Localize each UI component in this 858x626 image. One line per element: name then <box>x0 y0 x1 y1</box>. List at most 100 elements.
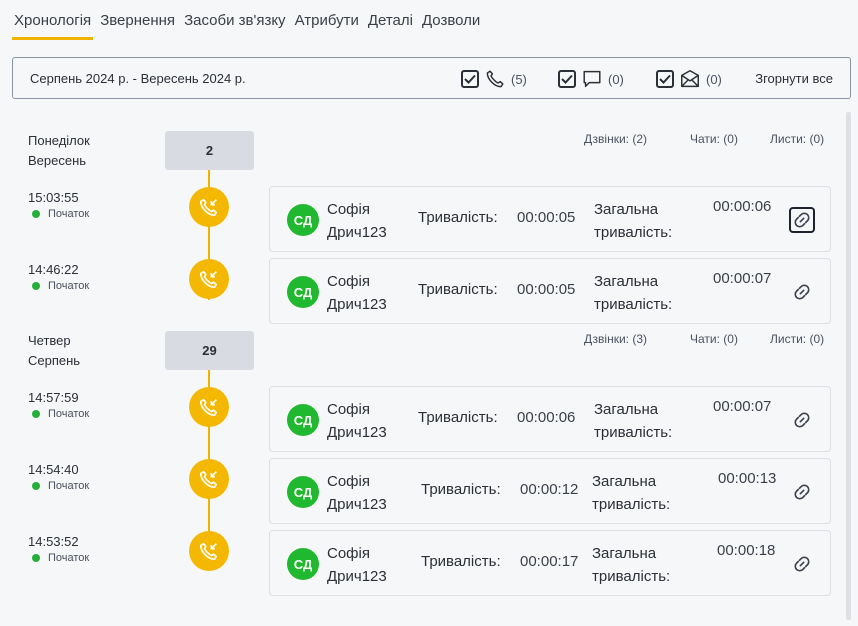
avatar: СД <box>287 204 319 236</box>
calls-checkbox[interactable] <box>461 70 479 88</box>
day-month: Вересень <box>28 153 87 168</box>
call-card[interactable]: СД Софія Дрич123 Тривалість: 00:00:06 Заг… <box>269 386 831 452</box>
day-mails-count: Листи: (0) <box>770 132 825 146</box>
filter-bar: Серпень 2024 р. - Вересень 2024 р. (5) (… <box>12 57 851 99</box>
status-dot <box>32 554 40 562</box>
status-dot <box>32 410 40 418</box>
mails-filter[interactable]: (0) <box>656 68 722 90</box>
chats-filter[interactable]: (0) <box>558 68 624 90</box>
call-card[interactable]: СД Софія Дрич123 Тривалість: 00:00:05 Заг… <box>269 258 831 324</box>
day-calls-count: Дзвінки: (2) <box>584 132 647 146</box>
chats-checkbox[interactable] <box>558 70 576 88</box>
duration-value: 00:00:17 <box>520 553 579 570</box>
duration-label: Тривалість: <box>421 553 501 570</box>
total-duration-value: 00:00:06 <box>713 198 772 215</box>
status-dot <box>32 282 40 290</box>
status-dot <box>32 482 40 490</box>
status-label: Початок <box>48 408 90 420</box>
calls-filter[interactable]: (5) <box>461 68 527 90</box>
tab-requests[interactable]: Звернення <box>98 10 177 40</box>
incoming-call-icon <box>189 259 229 299</box>
tab-contact-means[interactable]: Засоби зв'язку <box>182 10 288 40</box>
duration-label: Тривалість: <box>418 209 498 226</box>
status-label: Початок <box>48 208 90 220</box>
event-time: 15:03:55 <box>28 190 79 205</box>
event-status: Початок <box>32 208 89 220</box>
total-duration-label: Загальна тривалість: <box>592 545 671 585</box>
link-icon[interactable] <box>789 207 815 233</box>
collapse-all-button[interactable]: Згорнути все <box>755 71 833 86</box>
day-label: Четвер Серпень <box>28 331 80 371</box>
total-duration-value: 00:00:13 <box>718 470 777 487</box>
calls-count: (5) <box>511 71 527 87</box>
tab-chronology[interactable]: Хронологія <box>12 10 94 40</box>
total-duration-value: 00:00:18 <box>717 542 776 559</box>
avatar: СД <box>287 476 319 508</box>
mail-icon <box>681 70 699 88</box>
incoming-call-icon <box>189 387 229 427</box>
total-duration-label: Загальна тривалість: <box>594 273 673 313</box>
mails-checkbox[interactable] <box>656 70 674 88</box>
link-icon[interactable] <box>789 407 815 433</box>
duration-label: Тривалість: <box>421 481 501 498</box>
event-status: Початок <box>32 408 89 420</box>
event-status: Початок <box>32 480 89 492</box>
day-mails-count: Листи: (0) <box>770 332 825 346</box>
status-dot <box>32 210 40 218</box>
tab-details[interactable]: Деталі <box>366 10 415 40</box>
tab-attributes[interactable]: Атрибути <box>293 10 361 40</box>
event-time: 14:54:40 <box>28 462 79 477</box>
chats-count: (0) <box>608 71 624 87</box>
contact-name: Софія Дрич123 <box>327 473 387 513</box>
total-duration-label: Загальна тривалість: <box>594 401 673 441</box>
day-chats-count: Чати: (0) <box>690 132 738 146</box>
link-icon[interactable] <box>789 551 815 577</box>
tab-permissions[interactable]: Дозволи <box>420 10 482 40</box>
call-card[interactable]: СД Софія Дрич123 Тривалість: 00:00:12 Заг… <box>269 458 831 524</box>
link-icon[interactable] <box>789 279 815 305</box>
status-label: Початок <box>48 280 90 292</box>
day-month: Серпень <box>28 353 81 368</box>
contact-name: Софія Дрич123 <box>327 273 387 313</box>
event-status: Початок <box>32 552 89 564</box>
day-date-badge: 29 <box>165 331 254 370</box>
event-time: 14:46:22 <box>28 262 79 277</box>
duration-label: Тривалість: <box>418 281 498 298</box>
avatar: СД <box>287 404 319 436</box>
total-duration-label: Загальна тривалість: <box>592 473 671 513</box>
status-label: Початок <box>48 480 90 492</box>
status-label: Початок <box>48 552 90 564</box>
day-date-badge: 2 <box>165 131 254 170</box>
duration-value: 00:00:06 <box>517 409 576 426</box>
mails-count: (0) <box>706 71 722 87</box>
duration-value: 00:00:12 <box>520 481 579 498</box>
contact-name: Софія Дрич123 <box>327 401 387 441</box>
phone-icon <box>486 70 504 88</box>
incoming-call-icon <box>189 187 229 227</box>
incoming-call-icon <box>189 459 229 499</box>
day-weekday: Четвер <box>28 333 71 348</box>
day-weekday: Понеділок <box>28 133 90 148</box>
duration-value: 00:00:05 <box>517 209 576 226</box>
call-card[interactable]: СД Софія Дрич123 Тривалість: 00:00:05 Заг… <box>269 186 831 252</box>
total-duration-label: Загальна тривалість: <box>594 201 673 241</box>
date-range[interactable]: Серпень 2024 р. - Вересень 2024 р. <box>30 71 246 86</box>
event-status: Початок <box>32 280 89 292</box>
event-time: 14:57:59 <box>28 390 79 405</box>
day-calls-count: Дзвінки: (3) <box>584 332 647 346</box>
call-card[interactable]: СД Софія Дрич123 Тривалість: 00:00:17 Заг… <box>269 530 831 596</box>
avatar: СД <box>287 548 319 580</box>
chat-icon <box>583 70 601 88</box>
duration-label: Тривалість: <box>418 409 498 426</box>
day-label: Понеділок Вересень <box>28 131 90 171</box>
scrollbar[interactable] <box>846 112 851 620</box>
link-icon[interactable] <box>789 479 815 505</box>
contact-name: Софія Дрич123 <box>327 545 387 585</box>
event-time: 14:53:52 <box>28 534 79 549</box>
avatar: СД <box>287 276 319 308</box>
duration-value: 00:00:05 <box>517 281 576 298</box>
day-chats-count: Чати: (0) <box>690 332 738 346</box>
total-duration-value: 00:00:07 <box>713 398 772 415</box>
tab-bar: Хронологія Звернення Засоби зв'язку Атри… <box>12 10 482 40</box>
incoming-call-icon <box>189 531 229 571</box>
